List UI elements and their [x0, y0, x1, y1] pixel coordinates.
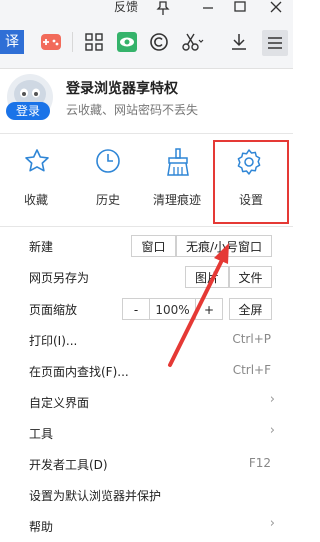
menu-row-find[interactable]: 在页面内查找(F)... Ctrl+F — [0, 357, 293, 387]
zoom-out-button[interactable]: - — [122, 298, 150, 320]
user-title[interactable]: 登录浏览器享特权 — [66, 78, 178, 98]
quick-action-clear[interactable]: 清理痕迹 — [141, 148, 213, 218]
menu-row-tools[interactable]: 工具 › — [0, 419, 293, 449]
feedback-link[interactable]: 反馈 — [114, 0, 138, 15]
menu-icon — [268, 37, 282, 49]
broom-icon — [167, 148, 189, 176]
menu-label: 工具 — [29, 427, 54, 441]
menu-row-save-as: 网页另存为 图片 文件 — [0, 263, 293, 293]
new-window-button[interactable]: 窗口 — [131, 235, 176, 257]
zoom-level: 100% — [150, 298, 195, 320]
game-icon[interactable] — [40, 31, 62, 53]
quick-action-history[interactable]: 历史 — [72, 148, 144, 218]
save-file-button[interactable]: 文件 — [229, 266, 272, 288]
menu-label: 设置为默认浏览器并保护 — [29, 489, 162, 503]
user-subtitle: 云收藏、网站密码不丢失 — [66, 103, 199, 117]
menu-row-customize[interactable]: 自定义界面 › — [0, 388, 293, 418]
apps-grid-icon[interactable] — [83, 31, 105, 53]
menu-label: 网页另存为 — [29, 271, 90, 285]
shortcut-label: F12 — [248, 456, 271, 470]
close-icon[interactable] — [268, 0, 284, 14]
quick-action-label: 清理痕迹 — [152, 193, 201, 207]
chevron-right-icon: › — [269, 423, 275, 438]
zoom-in-button[interactable]: + — [195, 298, 223, 320]
menu-label: 自定义界面 — [29, 396, 90, 410]
login-button[interactable]: 登录 — [6, 102, 50, 120]
menu-label: 打印(I)... — [29, 334, 78, 348]
translate-button[interactable]: 译 — [0, 30, 24, 54]
quick-action-label: 收藏 — [23, 193, 48, 207]
divider — [0, 133, 293, 134]
menu-button[interactable] — [262, 30, 288, 56]
maximize-icon[interactable] — [232, 0, 248, 14]
menu-label: 新建 — [29, 240, 54, 254]
chevron-right-icon: › — [269, 516, 275, 531]
toolbar-divider — [72, 32, 73, 52]
settings-highlight-box — [213, 140, 289, 224]
shortcut-label: Ctrl+F — [232, 363, 271, 377]
toolbar: 译 — [0, 18, 293, 69]
c-circle-icon[interactable] — [148, 31, 170, 53]
menu-row-print[interactable]: 打印(I)... Ctrl+P — [0, 326, 293, 356]
minimize-icon[interactable] — [200, 0, 216, 14]
new-incognito-button[interactable]: 无痕/小号窗口 — [176, 235, 272, 257]
menu-row-new: 新建 窗口 无痕/小号窗口 — [0, 232, 293, 262]
eye-protect-icon[interactable] — [116, 31, 138, 53]
quick-action-favorites[interactable]: 收藏 — [0, 148, 72, 218]
menu-label: 开发者工具(D) — [29, 458, 108, 472]
scissors-icon[interactable] — [182, 31, 204, 53]
menu-row-zoom: 页面缩放 - 100% + 全屏 — [0, 295, 293, 325]
menu-row-devtools[interactable]: 开发者工具(D) F12 — [0, 450, 293, 480]
menu-label: 页面缩放 — [29, 303, 78, 317]
user-section: 登录 登录浏览器享特权 云收藏、网站密码不丢失 — [0, 68, 293, 134]
divider — [0, 226, 293, 227]
menu-row-default-browser[interactable]: 设置为默认浏览器并保护 — [0, 481, 293, 511]
menu-row-help[interactable]: 帮助 › — [0, 512, 293, 542]
menu-label: 帮助 — [29, 520, 54, 534]
title-bar: 反馈 — [0, 0, 293, 19]
pin-icon[interactable] — [155, 0, 171, 15]
fullscreen-button[interactable]: 全屏 — [229, 298, 272, 320]
chevron-right-icon: › — [269, 392, 275, 407]
clock-icon — [96, 149, 120, 173]
quick-action-label: 历史 — [95, 193, 120, 207]
menu-label: 在页面内查找(F)... — [29, 365, 129, 379]
shortcut-label: Ctrl+P — [232, 332, 271, 346]
download-icon[interactable] — [228, 31, 250, 53]
star-icon — [25, 149, 49, 172]
save-image-button[interactable]: 图片 — [185, 266, 229, 288]
